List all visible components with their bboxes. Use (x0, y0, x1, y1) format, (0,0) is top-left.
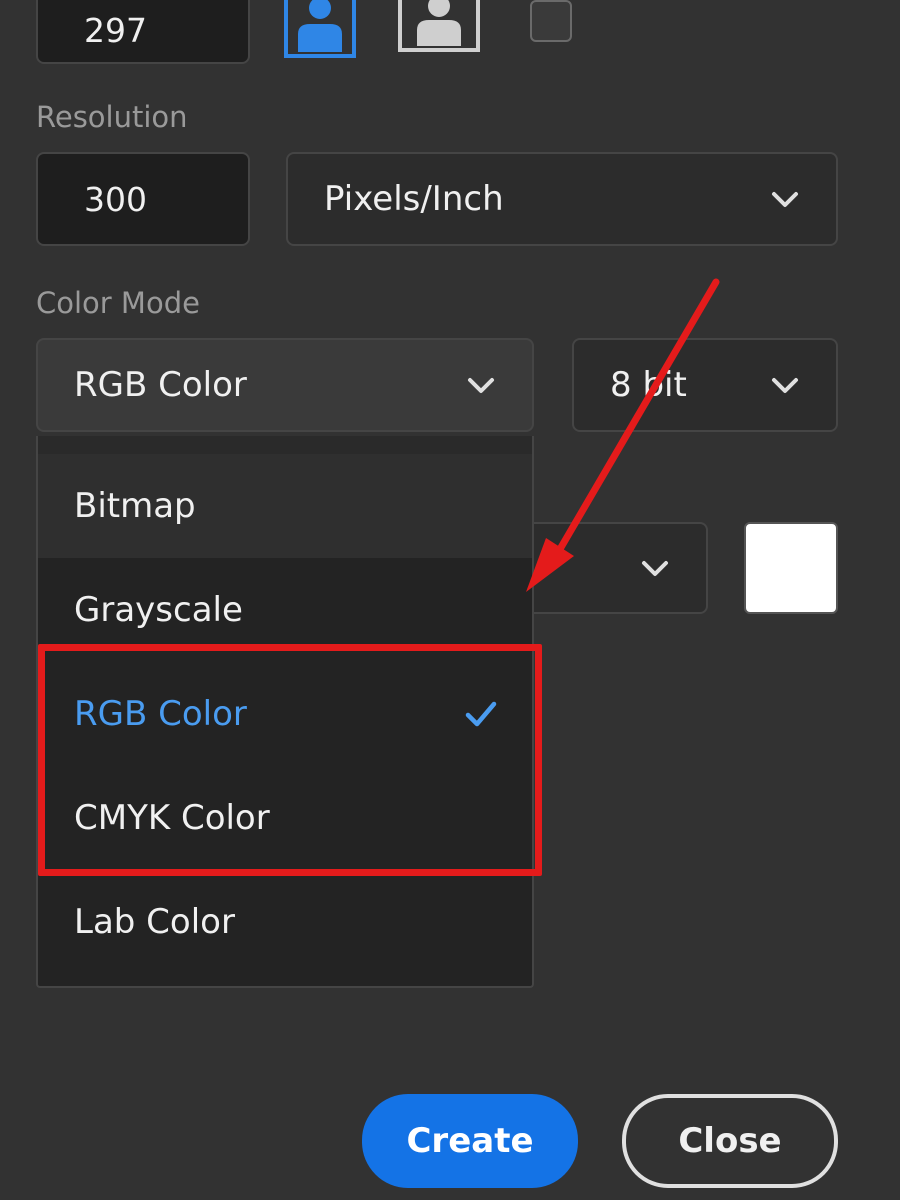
height-value: 297 (84, 10, 147, 50)
create-button-label: Create (406, 1121, 534, 1161)
orientation-portrait-button[interactable] (284, 0, 356, 58)
resolution-unit-select[interactable]: Pixels/Inch (286, 152, 838, 246)
chevron-down-icon (642, 561, 668, 576)
menu-top-edge (38, 436, 532, 454)
color-mode-select[interactable]: RGB Color (36, 338, 534, 432)
artboards-checkbox[interactable] (530, 0, 572, 42)
portrait-orientation-icon (284, 0, 356, 58)
resolution-input[interactable]: 300 (36, 152, 250, 246)
bit-depth-value: 8 bit (610, 365, 687, 405)
resolution-label: Resolution (36, 100, 188, 134)
bit-depth-select[interactable]: 8 bit (572, 338, 838, 432)
chevron-down-icon (772, 378, 798, 393)
chevron-down-icon (772, 192, 798, 207)
close-button-label: Close (678, 1121, 782, 1161)
menu-item-label: Grayscale (74, 590, 243, 630)
menu-item-lab-color[interactable]: Lab Color (38, 870, 532, 974)
color-mode-label: Color Mode (36, 286, 200, 320)
chevron-down-icon (468, 378, 494, 393)
background-color-swatch[interactable] (744, 522, 838, 614)
height-input[interactable]: 297 (36, 0, 250, 64)
menu-item-bitmap[interactable]: Bitmap (38, 454, 532, 558)
resolution-value: 300 (84, 179, 147, 219)
orientation-landscape-button[interactable] (398, 0, 480, 52)
create-button[interactable]: Create (362, 1094, 578, 1188)
landscape-orientation-icon (398, 0, 480, 52)
close-button[interactable]: Close (622, 1094, 838, 1188)
highlight-box-annotation (38, 644, 542, 876)
resolution-unit-value: Pixels/Inch (324, 179, 504, 219)
menu-item-label: Lab Color (74, 902, 235, 942)
color-mode-value: RGB Color (74, 365, 247, 405)
menu-item-label: Bitmap (74, 486, 196, 526)
